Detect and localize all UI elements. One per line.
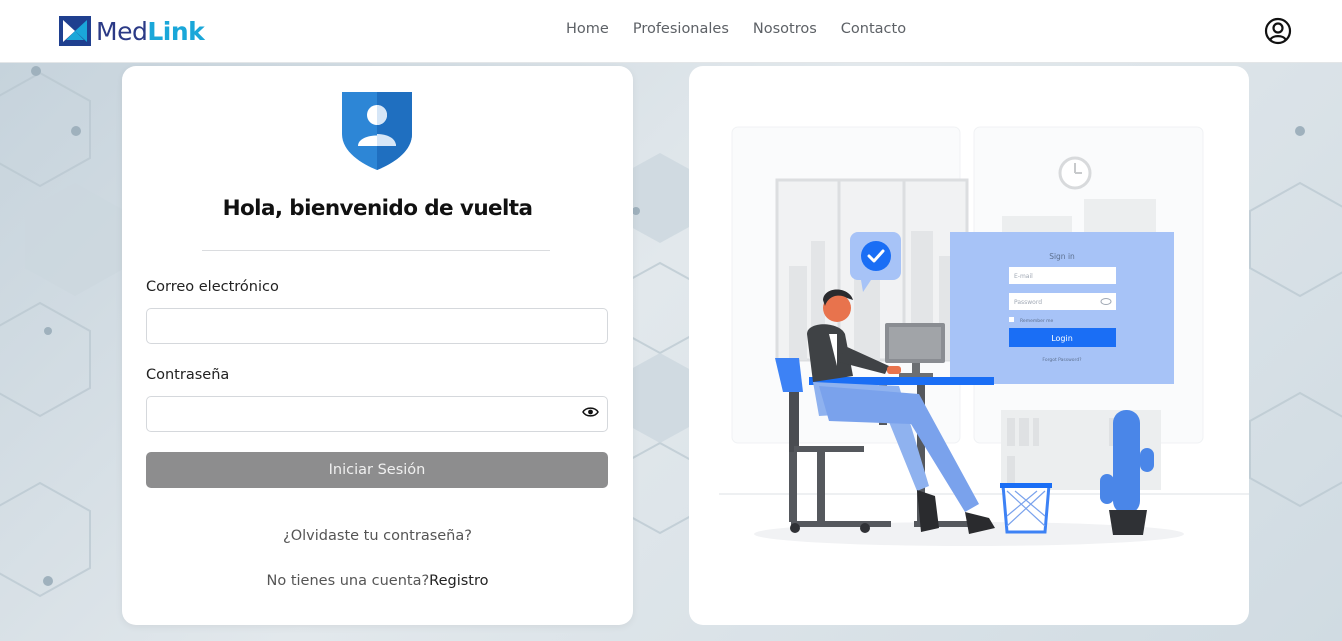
main-nav: Home Profesionales Nosotros Contacto: [566, 21, 906, 37]
user-account-icon[interactable]: [1264, 17, 1292, 45]
title-divider: [202, 250, 550, 251]
mock-login-button: Login: [1051, 334, 1073, 343]
register-link[interactable]: Registro: [429, 573, 488, 589]
illustration-card: Sign in E-mail Password Remember me Logi…: [689, 66, 1249, 625]
mock-remember-label: Remember me: [1020, 318, 1054, 324]
register-prompt: No tienes una cuenta?Registro: [122, 573, 633, 589]
nav-profesionales[interactable]: Profesionales: [633, 21, 729, 37]
user-shield-icon: [342, 92, 412, 170]
nav-nosotros[interactable]: Nosotros: [753, 21, 817, 37]
nav-contacto[interactable]: Contacto: [841, 21, 906, 37]
email-label: Correo electrónico: [146, 279, 279, 295]
brand-logo[interactable]: MedLink: [57, 14, 205, 48]
mock-email-placeholder: E-mail: [1014, 273, 1033, 280]
page-title: Hola, bienvenido de vuelta: [222, 196, 533, 221]
email-field[interactable]: [146, 308, 608, 344]
mock-forgot-text: Forgot Password?: [1042, 357, 1082, 363]
top-navbar: MedLink Home Profesionales Nosotros Cont…: [0, 0, 1342, 63]
login-submit-button[interactable]: Iniciar Sesión: [146, 452, 608, 488]
nav-home[interactable]: Home: [566, 21, 609, 37]
password-field[interactable]: [146, 396, 608, 432]
mock-signin-title: Sign in: [1049, 252, 1075, 261]
login-card: Hola, bienvenido de vuelta Correo electr…: [122, 66, 633, 625]
medlink-logo-icon: [59, 16, 91, 46]
show-password-eye-icon[interactable]: [582, 406, 599, 418]
forgot-password-link[interactable]: ¿Olvidaste tu contraseña?: [122, 528, 633, 544]
login-illustration: Sign in E-mail Password Remember me Logi…: [719, 126, 1249, 546]
no-account-text: No tienes una cuenta?: [266, 573, 430, 589]
password-label: Contraseña: [146, 367, 230, 383]
brand-name: MedLink: [96, 16, 205, 46]
mock-password-placeholder: Password: [1014, 299, 1042, 306]
